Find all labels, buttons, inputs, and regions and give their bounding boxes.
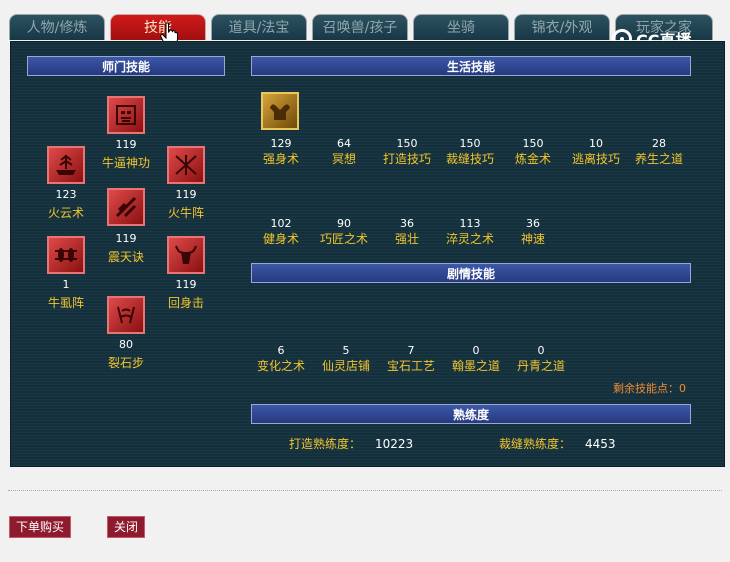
skill-name: 火云术 xyxy=(47,206,84,220)
demon-mask-icon xyxy=(116,105,136,125)
proficiency-header: 熟练度 xyxy=(251,404,691,424)
skill-icon-lice-array[interactable] xyxy=(47,236,85,274)
split-rock-icon xyxy=(117,306,135,324)
life-skills-header: 生活技能 xyxy=(251,56,691,76)
plot-skill-name: 丹青之道 xyxy=(516,359,565,373)
skill-level: 123 xyxy=(55,188,77,201)
plot-skill-level: 5 xyxy=(342,344,350,357)
master-skills-header: 师门技能 xyxy=(27,56,225,76)
life-skill-level: 36 xyxy=(400,217,414,230)
skill-icon-slash[interactable] xyxy=(107,188,145,226)
skill-icon-demon-mask[interactable] xyxy=(107,96,145,134)
tab-character[interactable]: 人物/修炼 xyxy=(9,14,105,40)
life-skill-level: 64 xyxy=(337,137,351,150)
tab-outfits[interactable]: 锦衣/外观 xyxy=(514,14,610,40)
plot-skill-level: 0 xyxy=(537,344,545,357)
divider xyxy=(8,490,722,491)
plot-skills-header: 剧情技能 xyxy=(251,263,691,283)
buy-button[interactable]: 下单购买 xyxy=(9,516,71,538)
skill-icon-bull-head[interactable] xyxy=(167,236,205,274)
plot-skill-level: 7 xyxy=(407,344,415,357)
life-skill-icon[interactable] xyxy=(261,92,299,130)
skill-icon-cloud-ship[interactable] xyxy=(47,146,85,184)
proficiency-label: 裁缝熟练度： xyxy=(499,437,572,451)
skill-level: 119 xyxy=(115,138,137,151)
life-skill-level: 129 xyxy=(270,137,292,150)
tab-items[interactable]: 道具/法宝 xyxy=(211,14,307,40)
tab-bar: 人物/修炼 技能 道具/法宝 召唤兽/孩子 坐骑 锦衣/外观 玩家之家 xyxy=(9,14,713,42)
life-skill-name: 养生之道 xyxy=(634,152,683,166)
proficiency-value: 4453 xyxy=(585,437,616,451)
cloud-ship-icon xyxy=(56,154,76,175)
proficiency-value: 10223 xyxy=(375,437,414,451)
life-skill-name: 神速 xyxy=(520,232,545,246)
skill-level: 1 xyxy=(62,278,70,291)
remaining-skill-points: 剩余技能点：0 xyxy=(613,382,686,395)
life-skill-level: 150 xyxy=(396,137,418,150)
close-button[interactable]: 关闭 xyxy=(107,516,145,538)
slash-icon xyxy=(115,196,137,218)
plot-skill-level: 6 xyxy=(277,344,285,357)
life-skill-level: 28 xyxy=(652,137,666,150)
life-skill-level: 36 xyxy=(526,217,540,230)
skill-level: 80 xyxy=(119,338,133,351)
skill-level: 119 xyxy=(115,232,137,245)
proficiency-label: 打造熟练度： xyxy=(289,437,362,451)
skill-name: 牛逼神功 xyxy=(101,156,150,170)
fire-bull-icon xyxy=(175,155,197,175)
skill-level: 119 xyxy=(175,278,197,291)
skill-name: 牛虱阵 xyxy=(47,296,84,310)
tab-pets[interactable]: 召唤兽/孩子 xyxy=(312,14,408,40)
skill-name: 裂石步 xyxy=(107,356,144,370)
lice-array-icon xyxy=(55,248,77,262)
proficiency-forging: 打造熟练度： 10223 xyxy=(289,435,413,452)
skill-name: 震天诀 xyxy=(107,250,144,264)
plot-skill-level: 0 xyxy=(472,344,480,357)
life-skill-level: 10 xyxy=(589,137,603,150)
bull-head-icon xyxy=(175,245,197,264)
tab-mounts[interactable]: 坐骑 xyxy=(413,14,509,40)
life-skill-level: 102 xyxy=(270,217,292,230)
life-skill-level: 113 xyxy=(459,217,481,230)
strength-icon xyxy=(270,104,290,120)
life-skill-level: 90 xyxy=(337,217,351,230)
proficiency-tailoring: 裁缝熟练度： 4453 xyxy=(499,435,616,452)
skill-name: 回身击 xyxy=(167,296,204,310)
life-skill-level: 150 xyxy=(459,137,481,150)
skill-icon-split-rock[interactable] xyxy=(107,296,145,334)
skill-icon-fire-bull[interactable] xyxy=(167,146,205,184)
tab-skills[interactable]: 技能 xyxy=(110,14,206,40)
life-skill-level: 150 xyxy=(522,137,544,150)
skill-level: 119 xyxy=(175,188,197,201)
skills-panel: 师门技能 生活技能 剧情技能 熟练度 119 牛逼神功 123 火云术 119 … xyxy=(10,41,725,467)
skill-name: 火牛阵 xyxy=(167,206,204,220)
